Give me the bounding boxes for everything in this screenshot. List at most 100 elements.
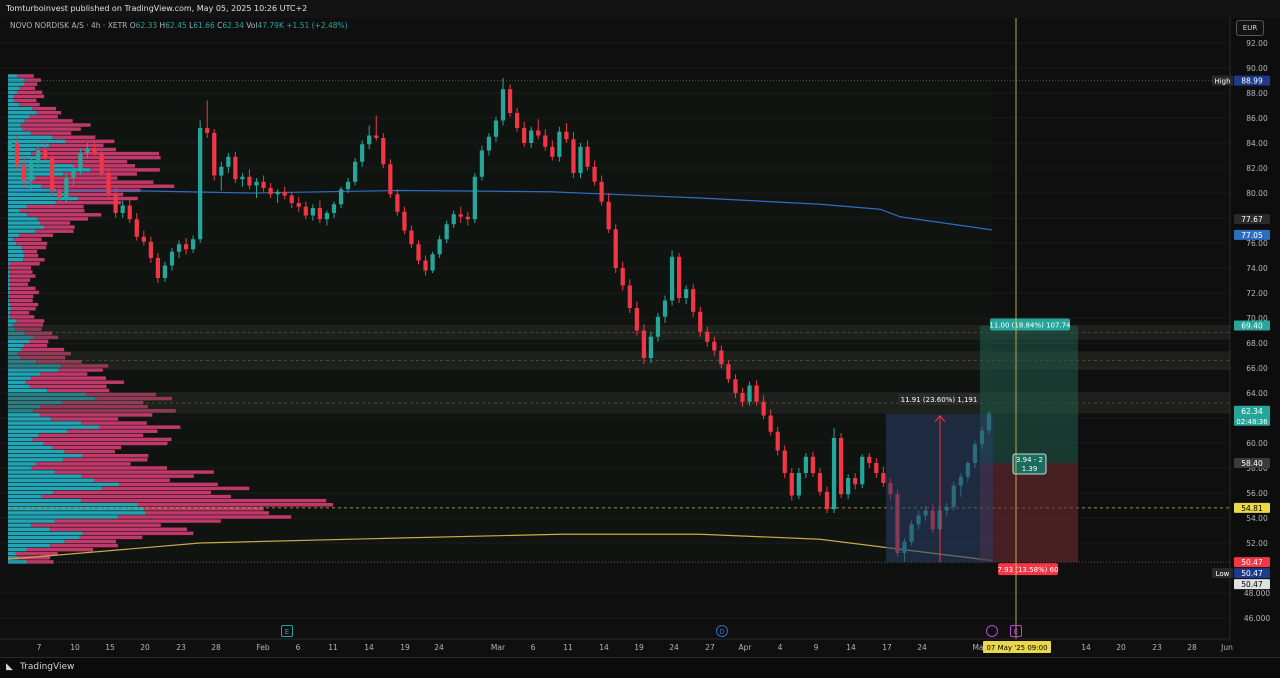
volume-profile-down-bar (29, 115, 58, 119)
candle-body (212, 133, 217, 176)
volume-profile-up-bar (8, 106, 33, 111)
volume-profile-down-bar (10, 282, 28, 286)
volume-profile-up-bar (8, 347, 22, 352)
candle-body (85, 148, 90, 153)
volume-profile-up-bar (8, 78, 25, 82)
volume-profile-down-bar (50, 417, 119, 421)
candle-body (754, 385, 759, 402)
volume-profile-down-bar (29, 384, 107, 389)
symbol-legend[interactable]: NOVO NORDISK A/S · 4h · XETR O62.33 H62.… (10, 21, 348, 30)
candle-body (14, 143, 20, 166)
volume-profile-down-bar (62, 458, 148, 462)
volume-profile-up-bar (8, 253, 25, 258)
volume-profile-up-bar (8, 535, 80, 540)
candle-body (402, 211, 407, 231)
volume-profile-up-bar (8, 225, 45, 229)
volume-profile-up-bar (8, 531, 83, 536)
volume-profile-down-bar (32, 437, 172, 442)
low-value: 61.66 (193, 21, 215, 30)
candle-body (641, 330, 646, 358)
tradingview-logo-text: TradingView (20, 662, 75, 672)
x-tick-label: 4 (778, 643, 783, 652)
volume-profile-down-bar (13, 237, 42, 242)
volume-profile-up-bar (8, 245, 23, 250)
x-tick-label: 14 (364, 643, 374, 652)
y-tick-label: 88.00 (1246, 89, 1268, 98)
candle-body (64, 178, 69, 198)
candle-body (162, 265, 168, 278)
volume-profile-down-bar (36, 111, 62, 115)
volume-profile-up-bar (8, 298, 10, 303)
volume-profile-up-bar (8, 425, 100, 429)
candle-body (261, 181, 266, 188)
price-chart[interactable]: 11.00 (18.84%) 107.74 7.93 (13.58%) 60 3.9… (0, 0, 1280, 657)
volume-profile-up-bar (8, 449, 65, 454)
volume-profile-up-bar (8, 102, 20, 107)
volume-profile-down-bar (99, 425, 181, 429)
price-badge: 54.81 (1241, 504, 1263, 513)
candle-body (479, 150, 485, 177)
volume-profile-up-bar (8, 200, 56, 205)
candle-body (416, 244, 421, 261)
volume-profile-down-bar (13, 98, 37, 103)
risk-reward-text-2: 1.39 (1022, 465, 1038, 473)
event-marker-letter: D (719, 628, 724, 636)
candle-body (303, 206, 308, 216)
volume-profile-down-bar (19, 233, 53, 237)
volume-profile-down-bar (47, 388, 110, 393)
x-tick-label: 9 (814, 643, 819, 652)
volume-profile-down-bar (64, 449, 115, 454)
candle-body (599, 181, 604, 202)
candle-body (324, 213, 330, 220)
volume-profile-down-bar (78, 196, 138, 201)
candle-body (367, 135, 372, 145)
volume-profile-up-bar (8, 482, 119, 487)
volume-profile-down-bar (48, 143, 104, 148)
x-tick-label: 14 (1081, 643, 1091, 652)
volume-profile-up-bar (8, 519, 55, 523)
high-value: 62.45 (165, 21, 187, 30)
candle-body (606, 201, 611, 230)
candle-body (557, 131, 562, 157)
volume-profile-up-bar (8, 127, 23, 131)
volume-profile-down-bar (32, 106, 57, 111)
volume-profile-up-bar (8, 470, 55, 474)
volume-profile-up-bar (8, 429, 68, 433)
change-value: +1.51 (+2.48%) (286, 21, 348, 30)
x-tick-label: 20 (140, 643, 150, 652)
candle-body (860, 456, 865, 485)
candle-body (684, 289, 689, 298)
volume-profile-up-bar (8, 286, 11, 291)
time-axis: 7 10 15 20 23 28 Feb 6 11 14 19 24 Mar 6 11 14 19 24 27 Apr… (37, 641, 1233, 653)
y-tick-label: 84.00 (1246, 139, 1268, 148)
volume-profile-down-bar (21, 347, 65, 352)
volume-profile-down-bar (35, 176, 118, 180)
candle-body (360, 144, 365, 162)
candle-body (669, 256, 675, 301)
candle-body (655, 316, 661, 337)
price-badge: 88.99 (1241, 77, 1263, 86)
volume-profile-up-bar (8, 494, 42, 499)
volume-profile-down-bar (10, 286, 36, 291)
event-marker-letter: E (1014, 628, 1018, 636)
volume-profile-down-bar (23, 343, 48, 348)
candle-body (7, 143, 13, 151)
currency-button[interactable]: EUR (1236, 20, 1264, 36)
candle-body (353, 161, 358, 182)
volume-profile-up-bar (8, 270, 10, 274)
y-tick-label: 54.00 (1246, 514, 1268, 523)
volume-profile-up-bar (8, 478, 94, 482)
candle-body (747, 385, 752, 402)
volume-profile-down-bar (40, 372, 88, 376)
x-tick-label: Ma (972, 643, 983, 652)
x-tick-label: 27 (705, 643, 715, 652)
candle-body (374, 135, 379, 138)
x-tick-label: 24 (669, 643, 679, 652)
x-tick-label: 24 (434, 643, 444, 652)
candle-body (726, 364, 731, 380)
candle-body (810, 456, 816, 473)
x-tick-label: 11 (328, 643, 338, 652)
price-badge: 50.47 (1241, 569, 1263, 578)
tradingview-logo[interactable]: ◣ TradingView (6, 662, 74, 672)
candle-body (867, 456, 872, 463)
